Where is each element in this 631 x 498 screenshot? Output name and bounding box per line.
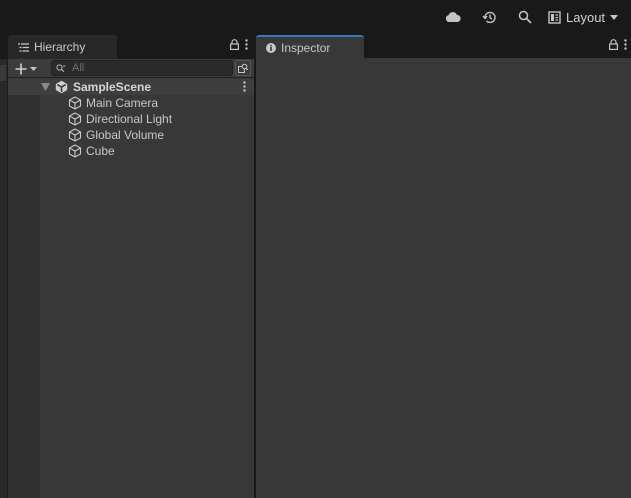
gameobject-cube-icon <box>68 112 82 126</box>
tab-label: Inspector <box>281 41 331 55</box>
gameobject-row[interactable]: Cube <box>8 143 254 159</box>
plus-icon <box>15 63 27 75</box>
layout-dropdown[interactable]: Layout <box>548 6 626 28</box>
gameobject-name: Directional Light <box>86 112 173 126</box>
gameobject-cube-icon <box>68 96 82 110</box>
cloud-icon <box>445 11 461 23</box>
tab-hierarchy[interactable]: Hierarchy <box>8 35 117 59</box>
gameobject-name: Global Volume <box>86 128 165 142</box>
gameobject-row[interactable]: Directional Light <box>8 111 254 127</box>
history-icon <box>481 10 497 25</box>
hierarchy-search-input[interactable] <box>72 62 222 74</box>
hierarchy-tab-actions <box>230 39 248 50</box>
history-button[interactable] <box>479 6 499 28</box>
gameobject-row[interactable]: Global Volume <box>8 127 254 143</box>
chevron-down-icon <box>610 14 619 20</box>
search-icon <box>518 10 532 24</box>
info-icon <box>266 43 276 53</box>
scene-search-mode-button[interactable] <box>235 60 251 76</box>
lock-icon[interactable] <box>609 39 618 50</box>
search-button[interactable] <box>515 6 535 28</box>
gameobject-cube-icon <box>68 128 82 142</box>
tab-inspector[interactable]: Inspector <box>256 35 364 59</box>
inspector-tab-actions <box>609 39 627 50</box>
hierarchy-toolbar <box>8 59 254 78</box>
hierarchy-search-field[interactable] <box>51 60 233 76</box>
kebab-menu-icon[interactable] <box>245 39 248 50</box>
chevron-down-icon <box>30 66 37 71</box>
add-object-button[interactable] <box>12 60 42 77</box>
layout-label: Layout <box>566 9 606 25</box>
unity-scene-icon <box>55 80 68 94</box>
scene-name: SampleScene <box>73 80 152 94</box>
hierarchy-list-icon <box>18 42 29 52</box>
lock-icon[interactable] <box>230 39 239 50</box>
gameobject-cube-icon <box>68 144 82 158</box>
search-scene-icon <box>238 63 248 73</box>
main-toolbar: Layout <box>0 0 631 34</box>
hierarchy-tree: SampleScene Main Camera Directional Ligh… <box>8 79 254 159</box>
inspector-panel <box>256 58 631 498</box>
collapsed-panel-strip[interactable] <box>0 59 8 498</box>
foldout-expanded-icon[interactable] <box>41 83 50 91</box>
tab-label: Hierarchy <box>34 40 86 54</box>
collapsed-panel-handle[interactable] <box>0 65 6 81</box>
cloud-button[interactable] <box>443 6 463 28</box>
gameobject-row[interactable]: Main Camera <box>8 95 254 111</box>
hierarchy-panel: SampleScene Main Camera Directional Ligh… <box>8 59 254 498</box>
kebab-menu-icon[interactable] <box>243 81 246 92</box>
gameobject-name: Main Camera <box>86 96 159 110</box>
inspector-tab-bar: Inspector <box>256 34 631 59</box>
gameobject-name: Cube <box>86 144 115 158</box>
layout-icon <box>548 10 561 24</box>
kebab-menu-icon[interactable] <box>624 39 627 50</box>
hierarchy-tab-bar: Hierarchy <box>8 34 254 59</box>
search-icon <box>56 63 66 73</box>
scene-row[interactable]: SampleScene <box>8 79 254 95</box>
